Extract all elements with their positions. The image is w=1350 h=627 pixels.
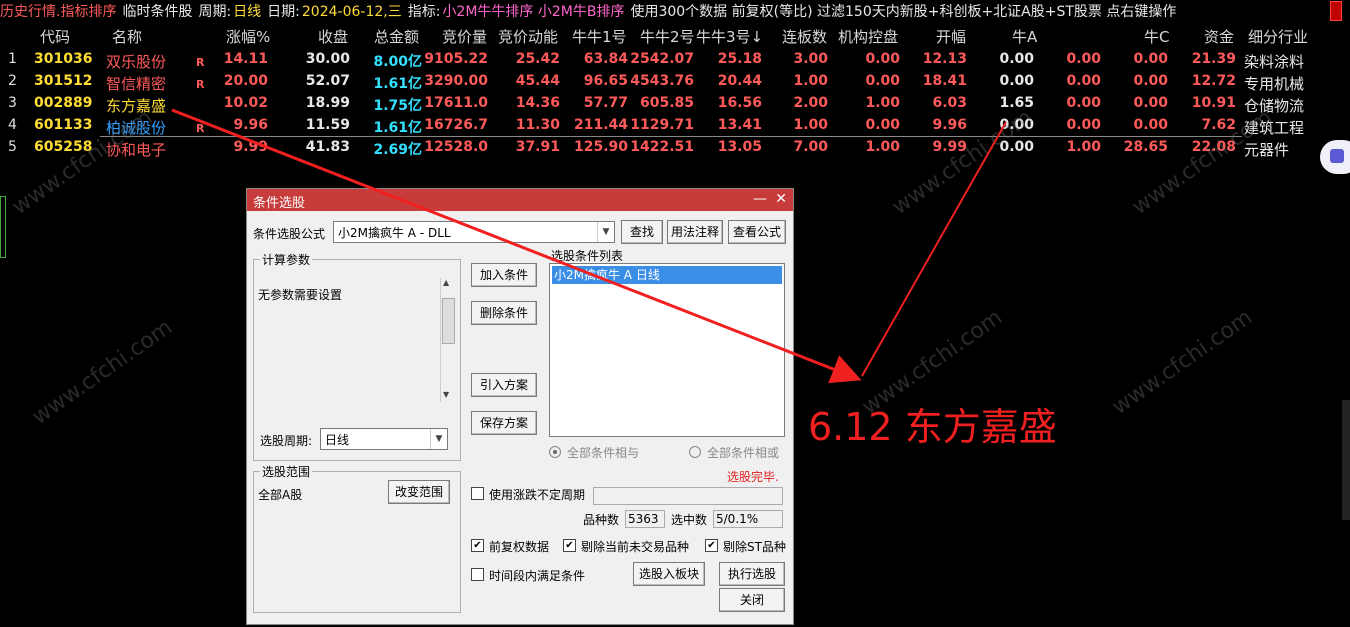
annotation-arrows (171, 108, 1007, 384)
arrow-from-stock (171, 108, 862, 384)
arrow-from-niu-a (861, 121, 1007, 377)
annotation-label: 6.12 东方嘉盛 (808, 405, 1057, 449)
